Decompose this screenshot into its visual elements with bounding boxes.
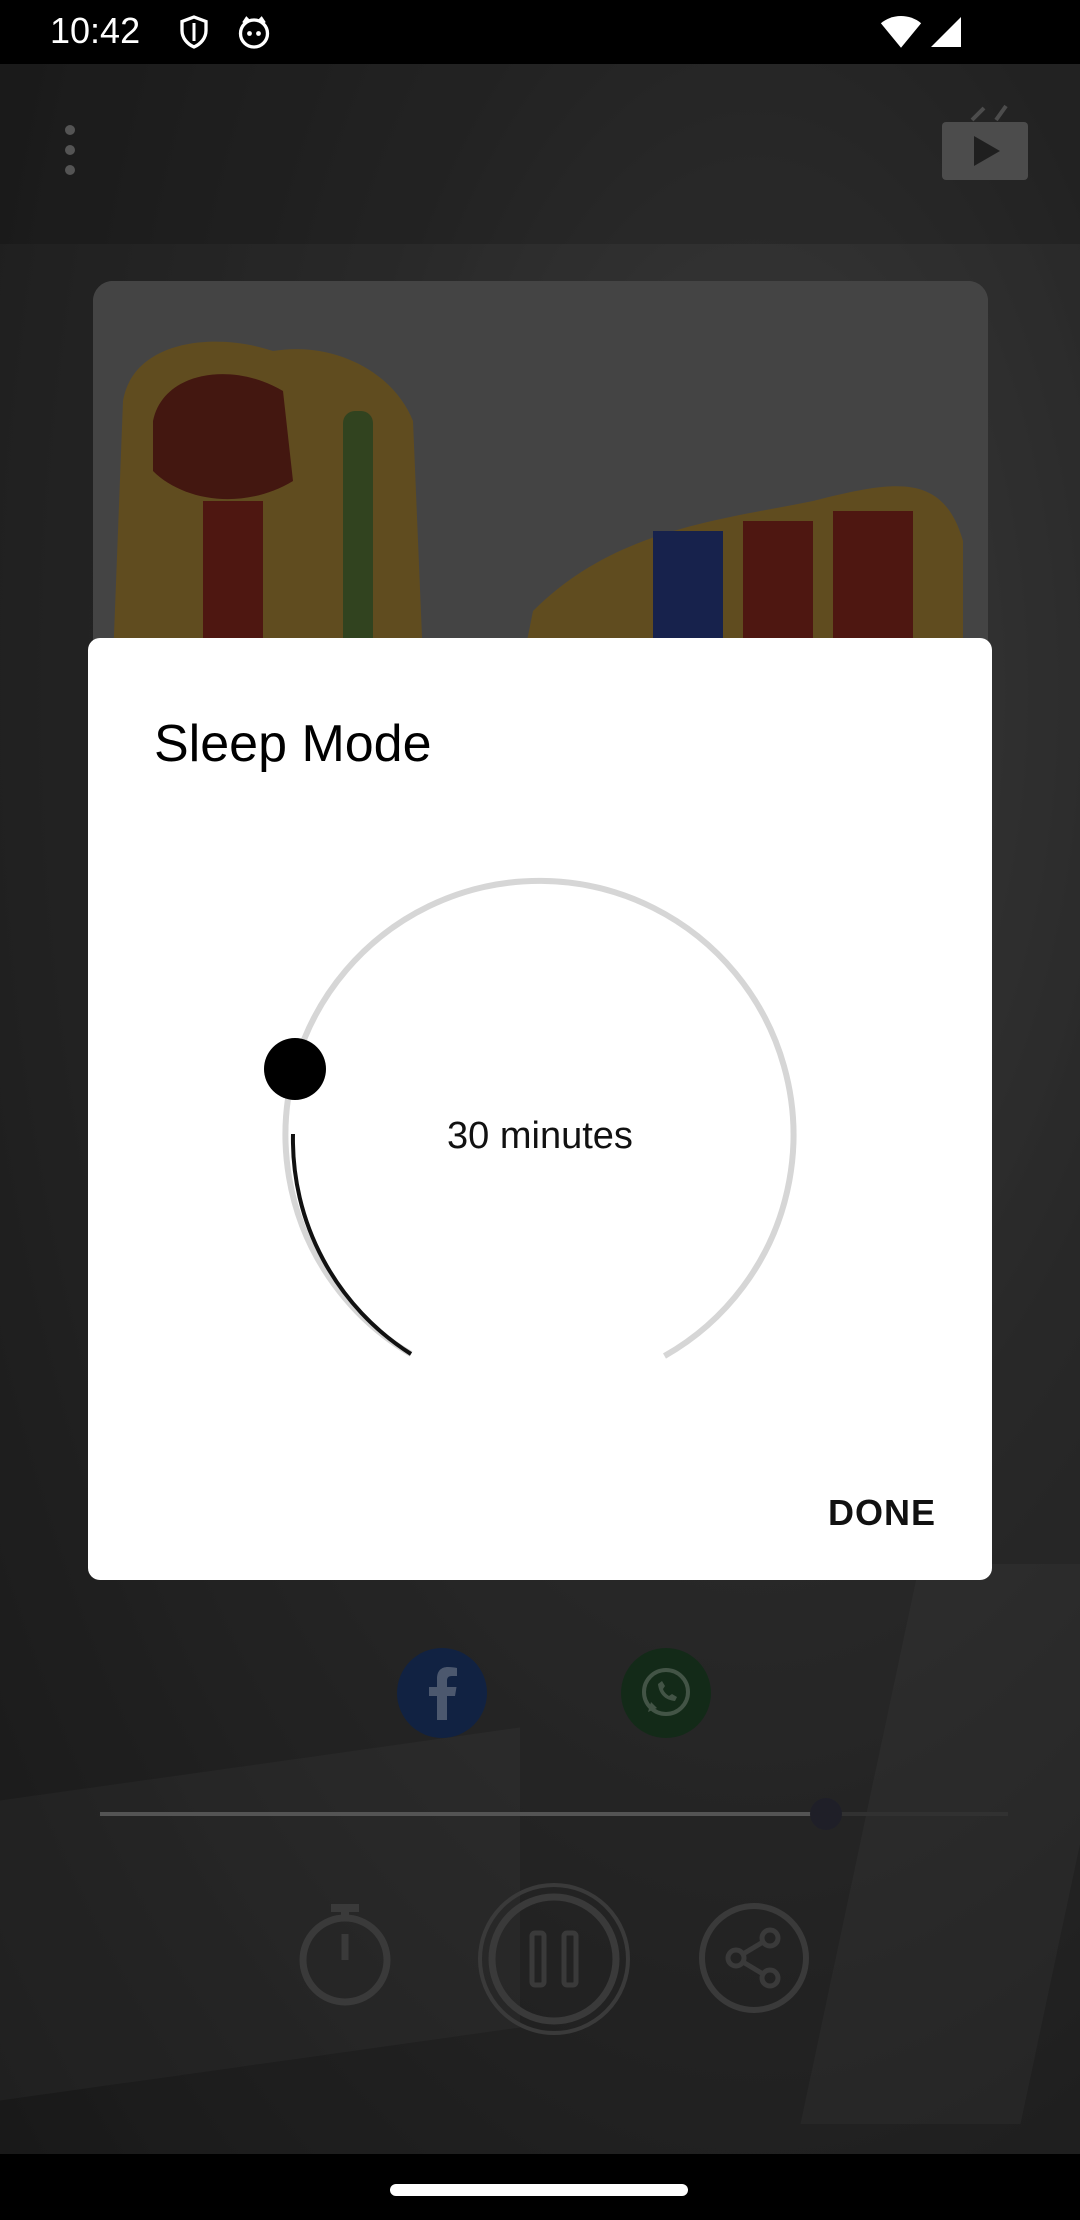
done-button[interactable]: DONE	[828, 1484, 936, 1542]
wifi-icon	[880, 14, 922, 55]
dial-thumb[interactable]	[264, 1038, 326, 1100]
status-bar: 10:42	[0, 0, 1080, 64]
navigation-bar	[0, 2154, 1080, 2220]
sleep-duration-label: 30 minutes	[447, 1115, 633, 1157]
sleep-timer-dial[interactable]	[88, 638, 992, 1580]
signal-icon	[928, 14, 964, 55]
sleep-mode-dialog: Sleep Mode 30 minutes DONE	[88, 638, 992, 1580]
shield-icon	[176, 14, 212, 55]
cat-icon	[236, 14, 272, 55]
status-time: 10:42	[50, 10, 141, 51]
home-gesture-handle[interactable]	[390, 2184, 688, 2196]
